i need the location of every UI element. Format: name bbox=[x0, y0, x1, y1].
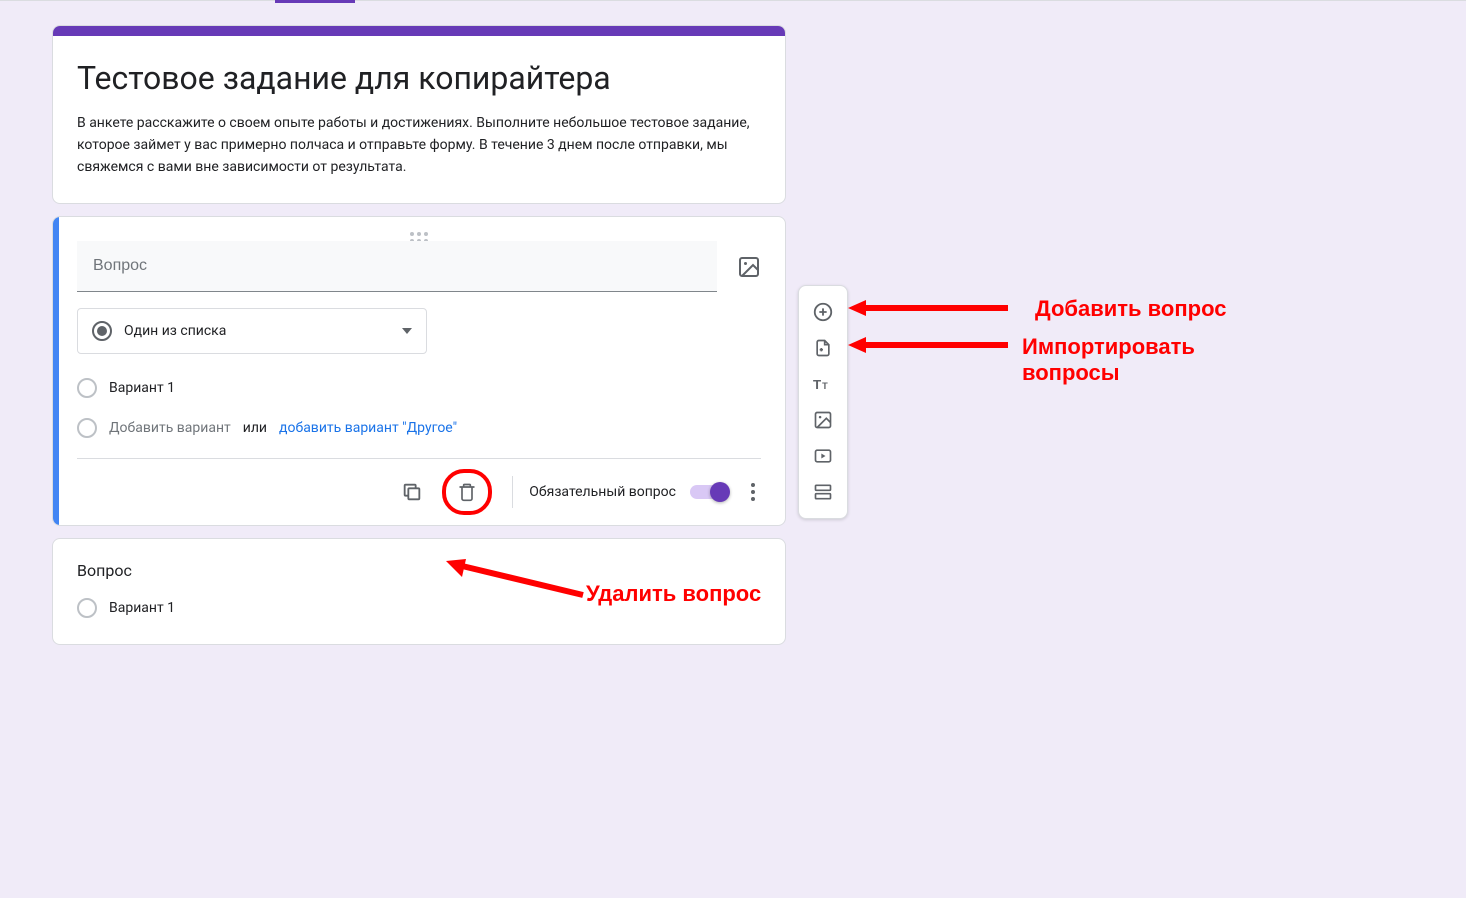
add-section-button[interactable] bbox=[805, 474, 841, 510]
add-question-button[interactable] bbox=[805, 294, 841, 330]
option-1-label[interactable]: Вариант 1 bbox=[109, 380, 175, 396]
top-border bbox=[0, 0, 1466, 1]
vertical-separator bbox=[512, 476, 513, 508]
inactive-option-label: Вариант 1 bbox=[109, 600, 175, 616]
question-type-label: Один из списка bbox=[124, 323, 226, 339]
arrow-delete-question bbox=[438, 555, 588, 605]
option-row-1[interactable]: Вариант 1 bbox=[77, 378, 761, 398]
active-tab-indicator bbox=[275, 0, 355, 3]
annotation-add-question: Добавить вопрос bbox=[1035, 296, 1226, 322]
add-title-button[interactable]: TT bbox=[805, 366, 841, 402]
add-image-icon[interactable] bbox=[737, 255, 761, 279]
delete-button[interactable] bbox=[457, 481, 477, 503]
option-radio-icon bbox=[77, 378, 97, 398]
annotation-delete-question: Удалить вопрос bbox=[586, 581, 761, 607]
drag-handle[interactable] bbox=[53, 217, 785, 241]
add-option-row: Добавить вариант или добавить вариант "Д… bbox=[77, 418, 761, 438]
option-radio-icon bbox=[77, 418, 97, 438]
add-video-button[interactable] bbox=[805, 438, 841, 474]
option-radio-icon bbox=[77, 598, 97, 618]
required-toggle[interactable] bbox=[690, 485, 727, 499]
question-title-input[interactable] bbox=[77, 241, 717, 292]
arrow-add-question bbox=[848, 298, 1008, 318]
more-options-button[interactable] bbox=[741, 473, 765, 511]
add-option-text[interactable]: Добавить вариант bbox=[109, 420, 231, 436]
form-column: Тестовое задание для копирайтера В анкет… bbox=[52, 25, 786, 657]
chevron-down-icon bbox=[402, 328, 412, 334]
arrow-import-questions bbox=[848, 335, 1008, 355]
delete-annotation-circle bbox=[442, 469, 492, 515]
annotation-import-questions: Импортировать вопросы bbox=[1022, 334, 1195, 387]
radio-icon bbox=[92, 321, 112, 341]
duplicate-button[interactable] bbox=[390, 470, 434, 514]
annotation-import-line1: Импортировать bbox=[1022, 334, 1195, 359]
floating-toolbar: TT bbox=[798, 285, 848, 519]
annotation-import-line2: вопросы bbox=[1022, 360, 1120, 385]
form-header-card[interactable]: Тестовое задание для копирайтера В анкет… bbox=[52, 25, 786, 204]
add-image-button[interactable] bbox=[805, 402, 841, 438]
question-card-active[interactable]: Один из списка Вариант 1 Добавить вариан… bbox=[52, 216, 786, 526]
svg-text:T: T bbox=[822, 381, 828, 391]
import-questions-button[interactable] bbox=[805, 330, 841, 366]
svg-text:T: T bbox=[813, 377, 821, 392]
add-other-link[interactable]: добавить вариант "Другое" bbox=[279, 420, 457, 436]
question-type-select[interactable]: Один из списка bbox=[77, 308, 427, 354]
required-label: Обязательный вопрос bbox=[529, 484, 676, 500]
form-description[interactable]: В анкете расскажите о своем опыте работы… bbox=[77, 112, 761, 179]
form-title[interactable]: Тестовое задание для копирайтера bbox=[77, 58, 761, 100]
inactive-question-title: Вопрос bbox=[77, 561, 761, 580]
header-accent-bar bbox=[53, 26, 785, 36]
or-text: или bbox=[243, 420, 267, 436]
